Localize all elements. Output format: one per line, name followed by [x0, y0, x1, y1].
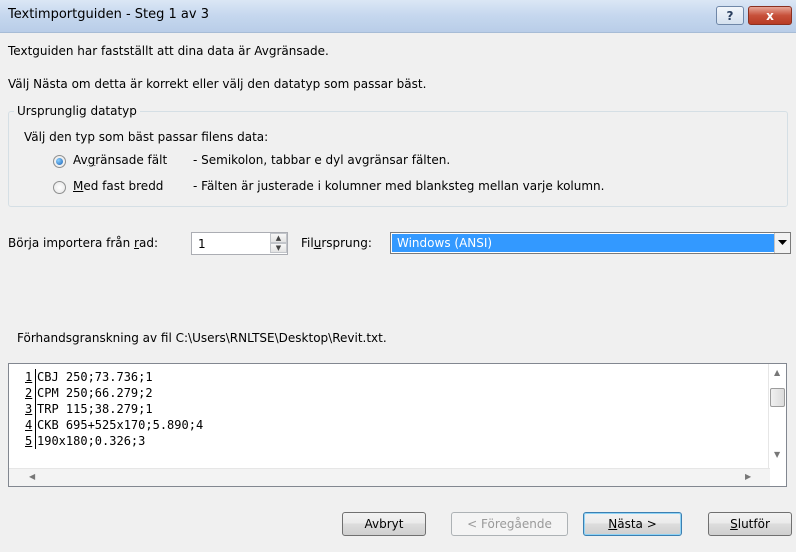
file-origin-select[interactable]: Windows (ANSI)	[390, 232, 791, 254]
start-row-stepper[interactable]: ▲ ▼	[191, 232, 288, 255]
scroll-left-icon[interactable]: ◀	[29, 472, 35, 481]
next-button[interactable]: Nästa >	[583, 512, 682, 536]
spin-up-icon[interactable]: ▲	[270, 233, 287, 243]
spin-down-icon[interactable]: ▼	[270, 243, 287, 253]
back-button[interactable]: < Föregående	[451, 512, 568, 536]
horizontal-scrollbar[interactable]: ◀ ▶	[9, 468, 770, 486]
file-origin-label: Filursprung:	[301, 236, 372, 250]
start-row-label: Börja importera från rad:	[8, 236, 158, 250]
scroll-up-icon[interactable]: ▲	[774, 368, 780, 377]
intro-line-1: Textguiden har fastställt att dina data …	[8, 44, 329, 58]
list-item: 3 TRP 115;38.279;1	[25, 401, 153, 417]
radio-delimited-label[interactable]: Avgränsade fält	[73, 153, 167, 167]
radio-delimited-description: - Semikolon, tabbar e dyl avgränsar fält…	[193, 153, 451, 167]
title-bar: Textimportguiden - Steg 1 av 3 ? x	[0, 0, 796, 33]
radio-fixed-width-description: - Fälten är justerade i kolumner med bla…	[193, 179, 605, 193]
file-origin-value: Windows (ANSI)	[392, 234, 775, 252]
list-item: 5 190x180;0.326;3	[25, 433, 146, 449]
help-button[interactable]: ?	[716, 6, 744, 25]
preview-lines: 1 CBJ 250;73.736;1 2 CPM 250;66.279;2 3 TRP…	[25, 369, 203, 449]
close-button[interactable]: x	[748, 6, 792, 25]
radio-fixed-width-label[interactable]: Med fast bredd	[73, 179, 163, 193]
datatype-prompt: Välj den typ som bäst passar filens data…	[24, 130, 269, 144]
chevron-down-icon	[778, 240, 787, 245]
window-title: Textimportguiden - Steg 1 av 3	[8, 7, 209, 22]
scroll-right-icon[interactable]: ▶	[745, 472, 751, 481]
list-item: 2 CPM 250;66.279;2	[25, 385, 153, 401]
close-icon: x	[766, 8, 774, 23]
datatype-group-legend: Ursprunglig datatyp	[14, 104, 140, 118]
list-item: 1 CBJ 250;73.736;1	[25, 369, 153, 385]
radio-delimited[interactable]	[53, 155, 66, 168]
preview-caption: Förhandsgranskning av fil C:\Users\RNLTS…	[17, 331, 387, 345]
help-icon: ?	[726, 8, 734, 23]
cancel-button[interactable]: Avbryt	[342, 512, 426, 536]
vertical-scrollbar[interactable]: ▲ ▼	[768, 364, 786, 468]
finish-button[interactable]: Slutför	[708, 512, 792, 536]
radio-fixed-width[interactable]	[53, 181, 66, 194]
dropdown-button[interactable]	[774, 233, 790, 253]
intro-line-2: Välj Nästa om detta är korrekt eller väl…	[8, 77, 427, 91]
scroll-down-icon[interactable]: ▼	[774, 450, 780, 459]
start-row-input[interactable]	[192, 233, 280, 254]
scroll-thumb[interactable]	[770, 388, 785, 407]
list-item: 4 CKB 695+525x170;5.890;4	[25, 417, 204, 433]
preview-pane[interactable]: 1 CBJ 250;73.736;1 2 CPM 250;66.279;2 3 TRP…	[8, 363, 787, 487]
